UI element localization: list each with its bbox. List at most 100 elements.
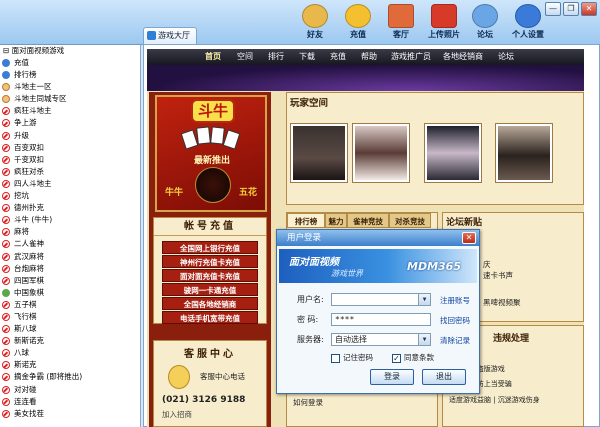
sidebar-item[interactable]: 疯狂对杀 [0, 166, 140, 178]
service-panel: 客服中心 客服中心电话 (021) 3126 9188 加入招商 [153, 340, 267, 427]
nav-download[interactable]: 下载 [299, 49, 315, 65]
sidebar-item[interactable]: 五子棋 [0, 299, 140, 311]
sidebar-item[interactable]: 升级 [0, 130, 140, 142]
recharge-link[interactable]: 神州行充值卡充值 [162, 255, 258, 268]
exit-button[interactable]: 退出 [422, 369, 466, 385]
checkbox-box[interactable] [331, 353, 340, 363]
sidebar-item[interactable]: 千变双扣 [0, 154, 140, 166]
nav-help[interactable]: 帮助 [361, 49, 377, 65]
sidebar-item[interactable]: 斗地主一区 [0, 81, 140, 93]
no-entry-icon [2, 155, 10, 164]
sidebar-item[interactable]: 百变双扣 [0, 142, 140, 154]
forum-post[interactable]: 速卡书声 [483, 270, 513, 281]
toolbar-friends-button[interactable]: 好友 [296, 4, 334, 42]
toolbar-upload-photo-button[interactable]: 上传照片 [423, 4, 465, 42]
close-window-button[interactable]: ✕ [581, 2, 597, 16]
sidebar-item[interactable]: 武汉麻将 [0, 251, 140, 263]
clear-history-link[interactable]: 清除记录 [440, 335, 470, 346]
nav-promoter[interactable]: 游戏推广员 [391, 49, 431, 65]
recharge-link[interactable]: 全国网上银行充值 [162, 241, 258, 254]
sidebar-item[interactable]: 新斯诺克 [0, 335, 140, 347]
no-entry-icon [2, 119, 10, 128]
chevron-down-icon[interactable]: ▼ [418, 294, 430, 305]
nav-forum[interactable]: 论坛 [498, 49, 514, 65]
sidebar-item[interactable]: 争上游 [0, 117, 140, 129]
toolbar-settings-button[interactable]: 个人设置 [506, 4, 550, 42]
toolbar-forum-button[interactable]: 论坛 [466, 4, 504, 42]
recharge-link[interactable]: 电话手机宽带充值 [162, 311, 258, 324]
chevron-down-icon[interactable]: ▼ [418, 334, 430, 345]
username-combobox[interactable]: ▼ [331, 293, 431, 306]
game-icon [2, 288, 10, 297]
sidebar-item[interactable]: 斯诺克 [0, 359, 140, 371]
login-dialog: 用户登录 ✕ 面对面视频 游戏世界 MDM365 用户名: ▼ 注册账号 密 码… [276, 229, 480, 394]
tab-mahjong-contest[interactable]: 雀神竞技 [347, 213, 389, 228]
player-photo[interactable] [353, 124, 409, 182]
sidebar-item[interactable]: 四国军棋 [0, 275, 140, 287]
nav-recharge[interactable]: 充值 [330, 49, 346, 65]
tab-duel-contest[interactable]: 对杀竞技 [389, 213, 431, 228]
tree-root[interactable]: ⊟ 面对面视频游戏 [0, 45, 140, 57]
checkbox-box[interactable]: ✓ [392, 353, 401, 363]
poster-right-text: 五花 [239, 188, 258, 198]
no-entry-icon [2, 204, 10, 213]
sidebar-item[interactable]: 八球 [0, 347, 140, 359]
player-icon [2, 95, 10, 104]
nav-space[interactable]: 空间 [237, 49, 253, 65]
sidebar-item[interactable]: 排行榜 [0, 69, 140, 81]
sidebar-item[interactable]: 连连看 [0, 396, 140, 408]
nav-ranking[interactable]: 排行 [268, 49, 284, 65]
server-select[interactable]: 自动选择 ▼ [331, 333, 431, 346]
sidebar-item[interactable]: 疯狂斗地主 [0, 105, 140, 117]
sidebar-item[interactable]: 二人雀神 [0, 238, 140, 250]
dialog-close-button[interactable]: ✕ [462, 232, 476, 244]
player-photo[interactable] [291, 124, 347, 182]
sidebar-item[interactable]: 斗地主同城专区 [0, 93, 140, 105]
sidebar-item[interactable]: 摘金争霸 (即将推出) [0, 371, 140, 383]
forum-post[interactable]: 庆 [483, 259, 491, 270]
recover-password-link[interactable]: 找回密码 [440, 315, 470, 326]
username-label: 用户名: [297, 295, 324, 304]
password-field[interactable]: **** [331, 313, 431, 326]
sidebar-item[interactable]: 斗牛 (牛牛) [0, 214, 140, 226]
sidebar-item[interactable]: 麻将 [0, 226, 140, 238]
sidebar-item[interactable]: 充值 [0, 57, 140, 69]
player-icon [2, 83, 10, 92]
no-entry-icon [2, 228, 10, 237]
sidebar-item[interactable]: 德州扑克 [0, 202, 140, 214]
restore-button[interactable]: ❐ [563, 2, 579, 16]
recharge-link[interactable]: 面对面充值卡充值 [162, 269, 258, 282]
remember-password-checkbox[interactable]: 记住密码 [331, 352, 373, 363]
sidebar-item[interactable]: 对对碰 [0, 384, 140, 396]
banner-sub-text: 游戏世界 [331, 269, 363, 278]
banner-main-text: 面对面视频 [289, 257, 339, 268]
sidebar-item[interactable]: 挖坑 [0, 190, 140, 202]
sidebar-item[interactable]: 美女找茬 [0, 408, 140, 420]
player-photo[interactable] [496, 124, 552, 182]
nav-dealers[interactable]: 各地经销商 [443, 49, 483, 65]
tab-game-hall[interactable]: 游戏大厅 [143, 27, 197, 44]
recharge-link[interactable]: 全国各地经销商 [162, 297, 258, 310]
violation-line[interactable]: 适度游戏益脑 | 沉迷游戏伤身 [449, 395, 540, 405]
how-to-login-link[interactable]: 如何登录 [293, 397, 323, 408]
agree-terms-checkbox[interactable]: ✓ 同意条款 [392, 352, 434, 363]
recharge-link[interactable]: 骏网一卡通充值 [162, 283, 258, 296]
game-poster[interactable]: 斗牛 最新推出 牛牛 五花 [155, 95, 267, 212]
sidebar-item[interactable]: 台炮麻将 [0, 263, 140, 275]
toolbar-living-room-button[interactable]: 客厅 [382, 4, 420, 42]
tab-charm[interactable]: 魅力 [325, 213, 347, 228]
sidebar-item[interactable]: 斯八球 [0, 323, 140, 335]
toolbar-recharge-button[interactable]: 充值 [339, 4, 377, 42]
password-label: 密 码: [297, 315, 319, 324]
forum-post[interactable]: 黑啤视频聚 [483, 297, 521, 308]
sidebar-item[interactable]: 飞行棋 [0, 311, 140, 323]
service-extra[interactable]: 加入招商 [162, 409, 192, 420]
login-button[interactable]: 登录 [370, 369, 414, 385]
sidebar-item[interactable]: 中国象棋 [0, 287, 140, 299]
nav-home[interactable]: 首页 [205, 49, 221, 65]
player-photo[interactable] [425, 124, 481, 182]
sidebar-item[interactable]: 四人斗地主 [0, 178, 140, 190]
tab-ranking[interactable]: 排行榜 [287, 213, 325, 228]
register-account-link[interactable]: 注册账号 [440, 295, 470, 306]
tree-collapse-icon[interactable]: ⊟ [3, 46, 12, 55]
